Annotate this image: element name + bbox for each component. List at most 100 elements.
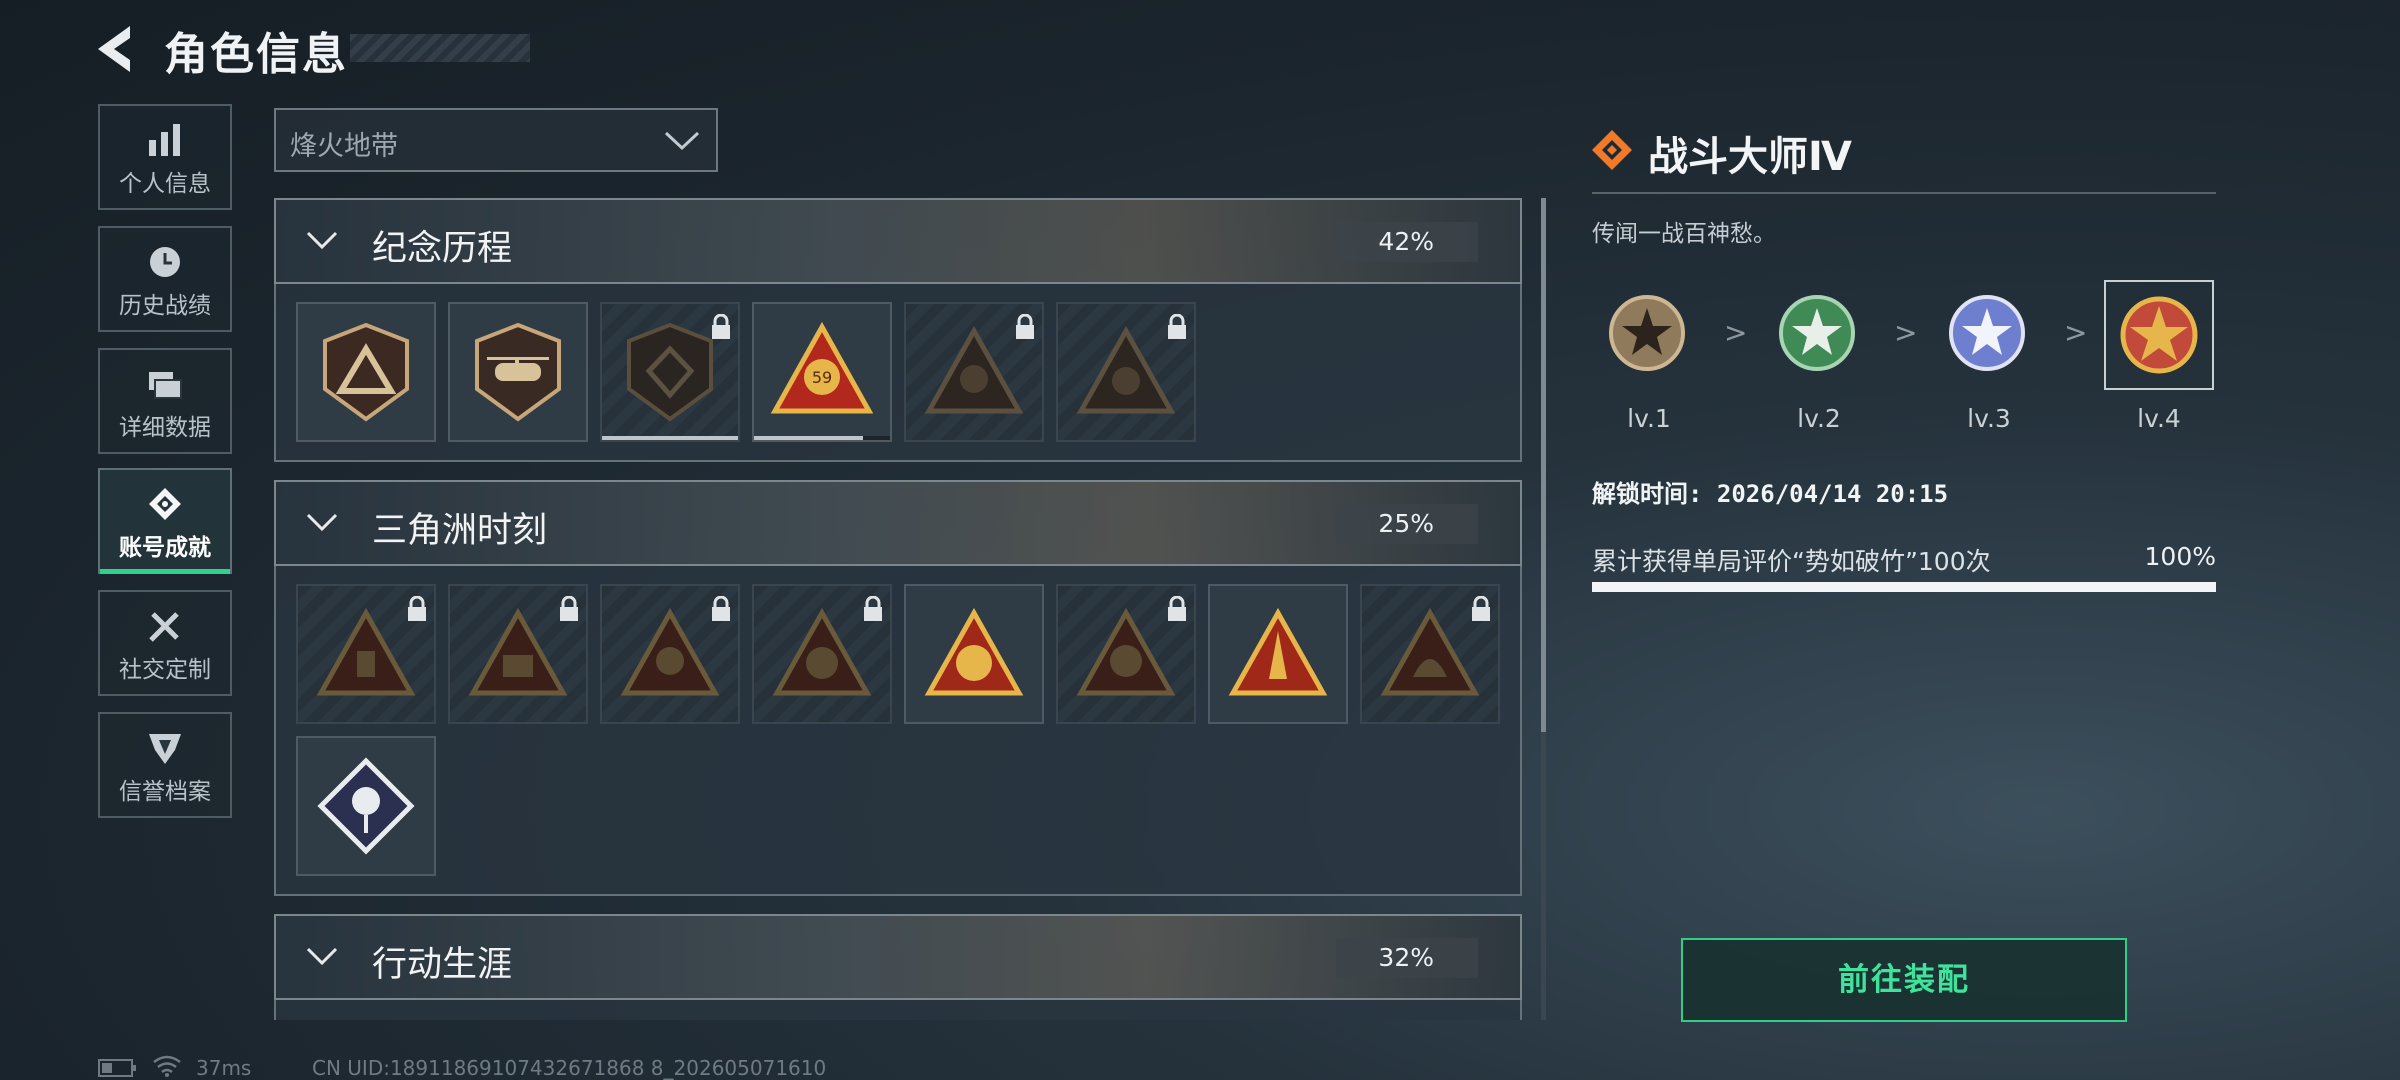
medal-red-gold-icon: [2120, 296, 2198, 374]
category-name: 三角洲时刻: [372, 511, 548, 551]
achievement-badge-locked[interactable]: [1360, 584, 1500, 724]
triangle-badge-icon: [620, 607, 720, 696]
achievement-badge-locked[interactable]: [1056, 584, 1196, 724]
scrollbar-thumb[interactable]: [1541, 198, 1546, 732]
nav-label: 历史战绩: [119, 293, 211, 319]
bar-chart-icon: [149, 124, 180, 156]
clock-icon: [150, 247, 180, 277]
achievement-badge-locked[interactable]: [1056, 302, 1196, 442]
folders-icon: [149, 372, 182, 399]
task-progress-bar: [1592, 582, 2216, 592]
equip-button[interactable]: 前往装配: [1681, 938, 2127, 1022]
wrench-icon: [149, 612, 179, 642]
chevron-down-icon: [306, 231, 338, 250]
nav-label: 社交定制: [119, 657, 211, 683]
category-body-career: [274, 1000, 1522, 1020]
triangle-badge-icon: [316, 607, 416, 696]
achievement-badge[interactable]: 59: [752, 302, 892, 442]
active-indicator: [100, 569, 230, 574]
mode-dropdown[interactable]: 烽火地带: [274, 108, 718, 172]
chevron-down-icon: [306, 947, 338, 966]
medal-bronze-icon: [1609, 295, 1685, 371]
helicopter-badge-icon: [475, 322, 561, 422]
lock-icon: [712, 596, 730, 621]
nav-item-history[interactable]: 历史战绩: [98, 226, 232, 332]
category-percent: 42%: [1336, 222, 1478, 262]
badge-progress: [754, 436, 890, 440]
badge-number: 59: [812, 368, 832, 387]
level-arrow: >: [1894, 316, 1918, 349]
achievement-badge-locked[interactable]: [904, 302, 1044, 442]
lock-icon: [560, 596, 578, 621]
nav-item-personal-info[interactable]: 个人信息: [98, 104, 232, 210]
category-percent: 32%: [1336, 938, 1478, 978]
category-body-delta-moments: [274, 566, 1522, 896]
category-body-memorial: 59: [274, 284, 1522, 462]
level-medal-2[interactable]: [1764, 280, 1874, 390]
achievement-badge-locked[interactable]: [752, 584, 892, 724]
category-header-career[interactable]: 行动生涯 32%: [274, 914, 1522, 1000]
achievement-icon: [149, 488, 181, 520]
achievement-badge-locked[interactable]: [600, 584, 740, 724]
level-medal-1[interactable]: [1594, 280, 1704, 390]
achievement-badge[interactable]: [296, 736, 436, 876]
lock-icon: [712, 314, 730, 339]
achievement-badge-locked[interactable]: [600, 302, 740, 442]
achievement-badge[interactable]: [448, 302, 588, 442]
task-description: 累计获得单局评价“势如破竹”100次: [1592, 547, 1991, 576]
triangle-badge-icon: [1076, 325, 1176, 414]
lock-icon: [1168, 596, 1186, 621]
back-button[interactable]: [92, 22, 144, 76]
category-header-delta-moments[interactable]: 三角洲时刻 25%: [274, 480, 1522, 566]
level-label: lv.3: [1967, 404, 2011, 433]
nav-item-social[interactable]: 社交定制: [98, 590, 232, 696]
rocket-badge-icon: [1228, 607, 1328, 696]
wifi-icon: [153, 1055, 181, 1077]
badge-progress: [602, 436, 738, 440]
nav-label: 个人信息: [119, 171, 211, 197]
uid-text: CN UID:18911869107432671868 8_2026050716…: [312, 1056, 827, 1080]
divider: [1592, 192, 2216, 194]
shield-badge-icon: [323, 322, 409, 422]
nav-label: 详细数据: [119, 415, 211, 441]
achievement-badge-locked[interactable]: [448, 584, 588, 724]
battery-icon: [98, 1059, 136, 1077]
triangle-badge-icon: [924, 325, 1024, 414]
shield-icon: [149, 734, 181, 764]
level-arrow: >: [1724, 316, 1748, 349]
achievement-badge[interactable]: [296, 302, 436, 442]
title-decoration: [350, 34, 530, 62]
medal-blue-icon: [1949, 295, 2025, 371]
ping-text: 37ms: [196, 1056, 252, 1080]
level-arrow: >: [2064, 316, 2088, 349]
achievement-diamond-icon: [1592, 130, 1632, 170]
level-medal-4-selected[interactable]: [2104, 280, 2214, 390]
lock-icon: [1016, 314, 1034, 339]
dropdown-value: 烽火地带: [290, 131, 398, 162]
nav-item-achievements[interactable]: 账号成就: [98, 468, 232, 574]
nav-label: 信誉档案: [119, 779, 211, 805]
level-medal-3[interactable]: [1934, 280, 2044, 390]
achievement-badge-locked[interactable]: [296, 584, 436, 724]
category-name: 行动生涯: [372, 945, 513, 985]
achievement-badge[interactable]: [1208, 584, 1348, 724]
back-arrow-icon: [98, 26, 130, 72]
task-percent: 100%: [2144, 542, 2216, 571]
level-label: lv.4: [2137, 404, 2181, 433]
category-header-memorial[interactable]: 纪念历程 42%: [274, 198, 1522, 284]
triangle-badge-icon: [1076, 607, 1176, 696]
chevron-down-icon: [306, 513, 338, 532]
chevron-down-icon: [664, 131, 700, 151]
lock-icon: [1168, 314, 1186, 339]
medal-green-icon: [1779, 295, 1855, 371]
category-name: 纪念历程: [372, 229, 513, 269]
level-label: lv.2: [1797, 404, 1841, 433]
lock-icon: [864, 596, 882, 621]
rose-badge-icon: [317, 757, 415, 855]
achievement-badge[interactable]: [904, 584, 1044, 724]
nav-item-detailed-data[interactable]: 详细数据: [98, 348, 232, 454]
triangle-badge-icon: [772, 607, 872, 696]
achievement-description: 传闻一战百神愁。: [1592, 221, 1776, 247]
level-label: lv.1: [1627, 404, 1671, 433]
nav-item-reputation[interactable]: 信誉档案: [98, 712, 232, 818]
